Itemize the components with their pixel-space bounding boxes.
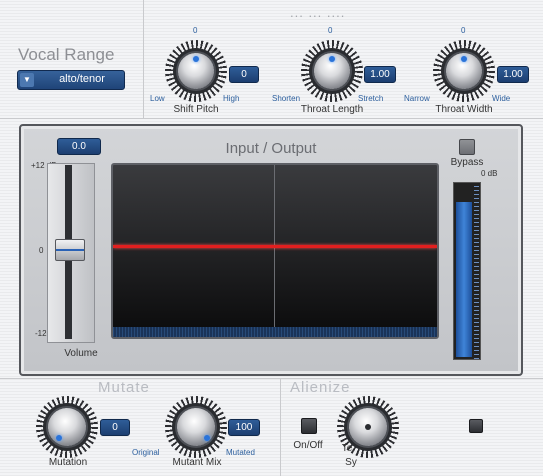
shift-pitch-label: Shift Pitch (173, 104, 219, 115)
throat-width-min-label: Narrow (404, 94, 430, 103)
vocal-range-title: Vocal Range (18, 45, 115, 64)
bypass-button[interactable] (459, 139, 475, 155)
mutant-mix-knob[interactable] (177, 408, 215, 446)
volume-fader-handle[interactable] (55, 239, 85, 261)
display-baseline (113, 327, 437, 337)
shift-pitch-knob[interactable] (178, 53, 214, 89)
alienize-small-button[interactable] (469, 419, 483, 433)
knob-indicator-icon (193, 56, 199, 62)
mutation-label: Mutation (48, 457, 88, 468)
knob-indicator-icon (56, 435, 62, 441)
throat-length-knob[interactable] (314, 53, 350, 89)
divider-left (143, 0, 144, 118)
volume-label: Volume (64, 348, 98, 359)
shift-pitch-max-label: High (223, 94, 240, 103)
mutant-mix-value[interactable]: 100 (228, 419, 260, 436)
divider-bottom (0, 378, 543, 379)
mutant-mix-min-label: Original (132, 448, 160, 457)
mutation-knob[interactable] (48, 408, 86, 446)
throat-length-min-label: Shorten (272, 94, 301, 103)
alienize-knob[interactable] (349, 408, 387, 446)
triangle-down-icon: ▼ (20, 73, 34, 87)
throat-width-zero-label: 0 (461, 26, 466, 35)
throat-width-label: Throat Width (435, 104, 493, 115)
display-signal-line (113, 245, 437, 248)
input-gain-value[interactable]: 0.0 (57, 138, 101, 155)
shift-pitch-value[interactable]: 0 (229, 66, 259, 83)
knob-indicator-icon (461, 56, 467, 62)
knob-indicator-icon (204, 435, 210, 441)
alienize-onoff-label: On/Off (293, 440, 323, 451)
alienize-onoff-button[interactable] (301, 418, 317, 434)
input-output-display (111, 163, 439, 339)
knob-indicator-icon (329, 56, 335, 62)
mutate-title: Mutate (98, 379, 150, 396)
vocal-range-dropdown[interactable]: ▼ alto/tenor (17, 70, 125, 90)
divider-top (0, 118, 543, 119)
throat-width-max-label: Wide (492, 94, 511, 103)
bypass-label: Bypass (450, 157, 484, 168)
mutant-mix-max-label: Mutated (226, 448, 255, 457)
mutant-mix-label: Mutant Mix (172, 457, 222, 468)
vocal-range-value: alto/tenor (59, 73, 105, 85)
throat-length-zero-label: 0 (328, 26, 333, 35)
shift-pitch-zero-label: 0 (193, 26, 198, 35)
shift-pitch-min-label: Low (150, 94, 165, 103)
throat-width-value[interactable]: 1.00 (497, 66, 529, 83)
divider-mutate-alienize (280, 378, 281, 476)
knob-indicator-icon (365, 424, 371, 430)
alienize-synth-label-1: Te (341, 443, 353, 454)
throat-width-knob[interactable] (446, 53, 482, 89)
throat-length-label: Throat Length (300, 104, 364, 115)
meter-label: 0 dB (481, 169, 498, 178)
mutation-value[interactable]: 0 (100, 419, 130, 436)
display-center-line (274, 165, 275, 337)
output-meter-scale (474, 183, 479, 359)
alienize-title: Alienize (290, 379, 351, 396)
output-meter (453, 182, 481, 360)
throat-length-value[interactable]: 1.00 (364, 66, 396, 83)
alienize-synth-label-2: Sy (345, 457, 357, 468)
output-meter-fill (456, 202, 472, 357)
header-logo: ... ... .... (290, 5, 346, 20)
throat-length-max-label: Stretch (358, 94, 384, 103)
input-output-panel: Input / Output 0.0 +12 dB 0 -12dB Volume… (19, 124, 523, 376)
scale-mid-label: 0 (39, 246, 44, 255)
